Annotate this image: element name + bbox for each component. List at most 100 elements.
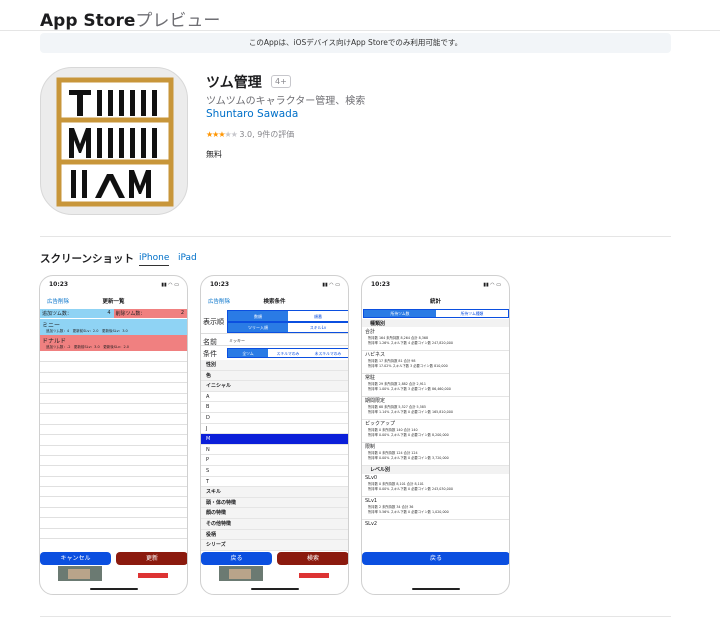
screenshot-2[interactable]: 10:23 ▮▮ ◠ ▭ 広告削除 検索条件 表示順 数順 順番 ツリー入順 ス… xyxy=(200,275,349,595)
price: 無料 xyxy=(206,150,222,159)
filter-item[interactable]: イニシャル xyxy=(201,381,348,392)
stats-line: 所持率 5.56% スキル下数 0 必要コイン数 1,020,000 xyxy=(368,509,449,514)
stats-line: 所持率 0.00% スキル下数 0 必要コイン数 8,200,000 xyxy=(368,432,449,437)
stats-detail: 所持数 68 未所持数 5,527 合計 5,585 所持率 1.14% スキル下… xyxy=(362,405,509,420)
update-button[interactable]: 更新 xyxy=(116,552,187,565)
list-item[interactable]: ミニー 追加ツム数：4 更新前SLv：2.0 更新後SLv：3.0 xyxy=(40,319,187,335)
stats-detail: 所持数 0 未所持数 140 合計 140 所持率 0.00% スキル下数 0 必… xyxy=(362,428,509,443)
filter-list: 性別色イニシャル A B D J M N P S T スキル 頭・体の特徴 顔の特徴 その他特徴 役柄 シリー… xyxy=(201,360,348,551)
condition-row: 条件 全ツム スキルマのみ 未スキルマのみ xyxy=(201,347,348,359)
display-order-row: 表示順 数順 順番 ツリー入順 スキルLv xyxy=(201,310,348,334)
stats-line: 所持率 0.00% スキル下数 0 必要コイン数 243,030,000 xyxy=(368,486,453,491)
filter-item[interactable]: スキル xyxy=(201,487,348,498)
app-title: ツム管理 xyxy=(206,75,262,91)
ios-only-notice: このAppは、iOSデバイス向けApp Storeでのみ利用可能です。 xyxy=(40,33,671,53)
stats-detail: 所持数 0 未所持数 124 合計 124 所持率 0.00% スキル下数 0 必… xyxy=(362,451,509,466)
filter-item[interactable]: A xyxy=(201,392,348,403)
stats-section-title: 合計 xyxy=(365,329,376,335)
app-store-brand[interactable]: App Storeプレビュー xyxy=(40,6,220,31)
status-icons: ▮▮ ◠ ▭ xyxy=(322,282,340,288)
added-count: 追加ツム数： 4 xyxy=(40,309,114,318)
app-subtitle: ツムツムのキャラクター管理、検索 xyxy=(206,96,366,107)
name-input[interactable]: ミッキー xyxy=(229,338,245,344)
cancel-button[interactable]: キャンセル xyxy=(40,552,111,565)
stats-detail: 所持数 2 未所持数 34 合計 36 所持率 5.56% スキル下数 0 必要コ… xyxy=(362,505,509,520)
nav-title: 検索条件 xyxy=(263,299,286,305)
stats-section-title: SLv0 xyxy=(365,475,378,481)
stats-section-title: SLv1 xyxy=(365,498,378,504)
developer-link[interactable]: Shuntaro Sawada xyxy=(206,108,298,120)
status-time: 10:23 xyxy=(371,281,391,288)
stats-section-title: 常駐 xyxy=(365,375,376,381)
nav-title: 更新一覧 xyxy=(102,299,125,305)
stats-list: 合計 所持数 164 未所持数 8,264 合計 8,368 所持率 1.26% ス… xyxy=(362,328,509,528)
stats-section-title: 期間限定 xyxy=(365,398,386,404)
condition-segment[interactable]: 全ツム スキルマのみ 未スキルマのみ xyxy=(227,348,348,358)
rating: ★★★★★ 3.0, 9件の評価 xyxy=(206,129,294,140)
stats-section-title: 限制 xyxy=(365,444,376,450)
back-button[interactable]: 戻る xyxy=(362,552,509,565)
group-header: レベル別 xyxy=(362,466,509,474)
ad-banner[interactable] xyxy=(219,566,329,582)
sort-key-segment[interactable]: ツリー入順 スキルLv xyxy=(227,322,348,333)
ad-banner[interactable] xyxy=(58,566,168,582)
filter-item[interactable]: B xyxy=(201,402,348,413)
filter-item[interactable]: N xyxy=(201,445,348,456)
screenshot-3[interactable]: 10:23 ▮▮ ◠ ▭ 統計 所持ツム数 所持ツム種類 種類別 合計 所持数 1… xyxy=(361,275,510,595)
top-bar: App Storeプレビュー xyxy=(0,0,720,31)
stats-section-title: ピックアップ xyxy=(365,421,396,427)
stats-detail: 所持数 164 未所持数 8,264 合計 8,368 所持率 1.26% スキル… xyxy=(362,336,509,351)
filter-item[interactable]: 役柄 xyxy=(201,529,348,541)
stats-line: 所持率 1.00% スキル下数 3 必要コイン数 86,460,000 xyxy=(368,386,451,391)
stats-section-title: SLv2 xyxy=(365,521,378,527)
filter-item[interactable]: T xyxy=(201,477,348,488)
stats-line: 所持率 1.26% スキル下数 4 必要コイン数 247,820,000 xyxy=(368,340,453,345)
filter-item[interactable]: 性別 xyxy=(201,360,348,371)
app-icon xyxy=(40,67,188,215)
stats-detail: 所持数 29 未所持数 2,882 合計 2,911 所持率 1.00% スキル下… xyxy=(362,382,509,397)
filter-item[interactable]: 色 xyxy=(201,370,348,382)
nav-bar: 広告削除 更新一覧 xyxy=(40,294,187,308)
filter-item[interactable]: P xyxy=(201,455,348,466)
divider xyxy=(40,236,671,237)
nav-title: 統計 xyxy=(429,299,441,305)
back-button[interactable]: 戻る xyxy=(201,552,272,565)
stats-line: 所持率 0.00% スキル下数 0 必要コイン数 3,720,000 xyxy=(368,455,449,460)
screenshots-heading: スクリーンショット xyxy=(40,253,134,265)
filter-item[interactable]: D xyxy=(201,413,348,424)
filter-item[interactable]: 頭・体の特徴 xyxy=(201,497,348,509)
filter-item[interactable]: 顔の特徴 xyxy=(201,508,348,519)
filter-item[interactable]: S xyxy=(201,466,348,477)
count-row: 追加ツム数： 4 削除ツム数： 2 xyxy=(40,309,187,318)
rating-stars-icon: ★★★★★ xyxy=(206,130,238,139)
removed-count: 削除ツム数： 2 xyxy=(113,309,187,318)
search-button[interactable]: 検索 xyxy=(277,552,348,565)
stats-section-title: ハピネス xyxy=(365,352,386,358)
filter-item[interactable]: シリーズ xyxy=(201,540,348,551)
status-icons: ▮▮ ◠ ▭ xyxy=(483,282,501,288)
screenshot-1[interactable]: 10:23 ▮▮ ◠ ▭ 広告削除 更新一覧 追加ツム数： 4 削除ツム数： 2… xyxy=(39,275,188,595)
divider xyxy=(40,616,671,617)
stats-line: 所持率 1.14% スキル下数 0 必要コイン数 165,810,000 xyxy=(368,409,453,414)
filter-item[interactable]: J xyxy=(201,424,348,435)
brand-name: App Store xyxy=(40,11,136,31)
stats-segment[interactable]: 所持ツム数 所持ツム種類 xyxy=(363,309,509,318)
sort-segment[interactable]: 数順 順番 xyxy=(227,310,348,322)
tab-ipad[interactable]: iPad xyxy=(178,253,197,263)
nav-bar: 統計 xyxy=(362,294,509,308)
empty-rows xyxy=(40,352,187,540)
home-indicator xyxy=(90,588,138,590)
group-header: 種類別 xyxy=(362,319,509,327)
stats-detail: 所持数 0 未所持数 8,101 合計 8,101 所持率 0.00% スキル下数… xyxy=(362,482,509,497)
stats-detail: 所持数 17 未所持数 81 合計 98 所持率 17.02% スキル下数 3 必… xyxy=(362,359,509,374)
age-rating-badge: 4+ xyxy=(271,75,291,88)
tab-iphone[interactable]: iPhone xyxy=(139,253,170,266)
stats-line: 所持率 17.02% スキル下数 3 必要コイン数 810,000 xyxy=(368,363,448,368)
home-indicator xyxy=(412,588,460,590)
status-icons: ▮▮ ◠ ▭ xyxy=(161,282,179,288)
list-item[interactable]: ドナルド 追加ツム数：-2 更新前SLv：3.0 更新後SLv：2.0 xyxy=(40,335,187,351)
name-row: 名前 ミッキー xyxy=(201,335,348,346)
status-time: 10:23 xyxy=(49,281,69,288)
filter-item[interactable]: M xyxy=(201,434,348,445)
filter-item[interactable]: その他特徴 xyxy=(201,518,348,530)
